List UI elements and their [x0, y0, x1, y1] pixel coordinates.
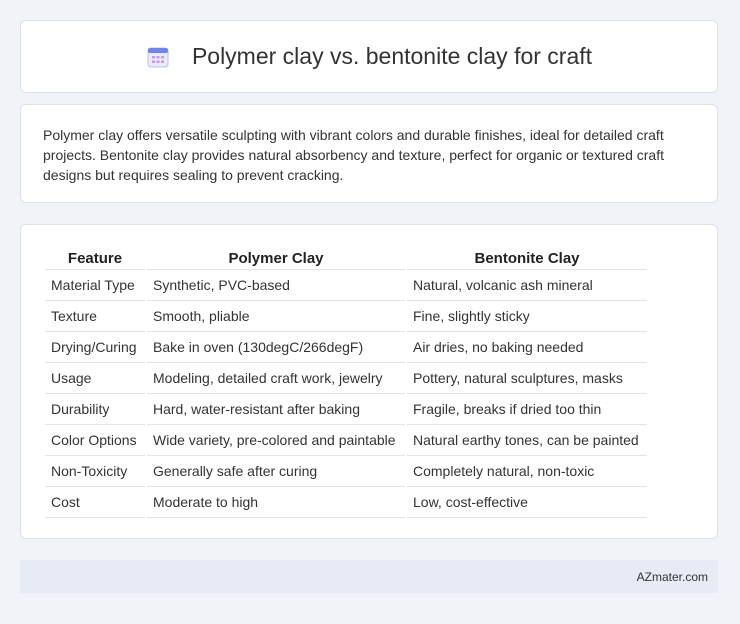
comparison-card: Feature Polymer Clay Bentonite Clay Mate…	[20, 224, 718, 539]
bentonite-cell: Pottery, natural sculptures, masks	[407, 363, 647, 394]
table-row: Texture Smooth, pliable Fine, slightly s…	[45, 301, 647, 332]
intro-card: Polymer clay offers versatile sculpting …	[20, 104, 718, 203]
feature-cell: Material Type	[45, 270, 145, 301]
polymer-cell: Hard, water-resistant after baking	[147, 394, 405, 425]
calendar-icon	[147, 47, 169, 67]
table-row: Usage Modeling, detailed craft work, jew…	[45, 363, 647, 394]
table-row: Cost Moderate to high Low, cost-effectiv…	[45, 487, 647, 518]
polymer-cell: Wide variety, pre-colored and paintable	[147, 425, 405, 456]
table-row: Durability Hard, water-resistant after b…	[45, 394, 647, 425]
table-row: Non-Toxicity Generally safe after curing…	[45, 456, 647, 487]
bentonite-cell: Air dries, no baking needed	[407, 332, 647, 363]
table-header-row: Feature Polymer Clay Bentonite Clay	[45, 247, 647, 270]
bentonite-cell: Fine, slightly sticky	[407, 301, 647, 332]
feature-cell: Color Options	[45, 425, 145, 456]
polymer-cell: Generally safe after curing	[147, 456, 405, 487]
title-card: Polymer clay vs. bentonite clay for craf…	[20, 20, 718, 93]
polymer-cell: Synthetic, PVC-based	[147, 270, 405, 301]
table-row: Material Type Synthetic, PVC-based Natur…	[45, 270, 647, 301]
polymer-cell: Smooth, pliable	[147, 301, 405, 332]
polymer-cell: Bake in oven (130degC/266degF)	[147, 332, 405, 363]
feature-cell: Drying/Curing	[45, 332, 145, 363]
polymer-cell: Modeling, detailed craft work, jewelry	[147, 363, 405, 394]
feature-cell: Non-Toxicity	[45, 456, 145, 487]
footer-bar: AZmater.com	[20, 560, 718, 593]
table-row: Drying/Curing Bake in oven (130degC/266d…	[45, 332, 647, 363]
comparison-table: Feature Polymer Clay Bentonite Clay Mate…	[43, 247, 649, 518]
page-title: Polymer clay vs. bentonite clay for craf…	[191, 43, 593, 69]
feature-cell: Cost	[45, 487, 145, 518]
header-feature: Feature	[45, 247, 145, 270]
polymer-cell: Moderate to high	[147, 487, 405, 518]
bentonite-cell: Natural earthy tones, can be painted	[407, 425, 647, 456]
table-row: Color Options Wide variety, pre-colored …	[45, 425, 647, 456]
bentonite-cell: Low, cost-effective	[407, 487, 647, 518]
header-bentonite-clay: Bentonite Clay	[407, 247, 647, 270]
feature-cell: Durability	[45, 394, 145, 425]
bentonite-cell: Natural, volcanic ash mineral	[407, 270, 647, 301]
bentonite-cell: Fragile, breaks if dried too thin	[407, 394, 647, 425]
header-polymer-clay: Polymer Clay	[147, 247, 405, 270]
intro-paragraph: Polymer clay offers versatile sculpting …	[43, 127, 664, 183]
feature-cell: Usage	[45, 363, 145, 394]
footer-brand: AZmater.com	[636, 569, 708, 584]
bentonite-cell: Completely natural, non-toxic	[407, 456, 647, 487]
feature-cell: Texture	[45, 301, 145, 332]
